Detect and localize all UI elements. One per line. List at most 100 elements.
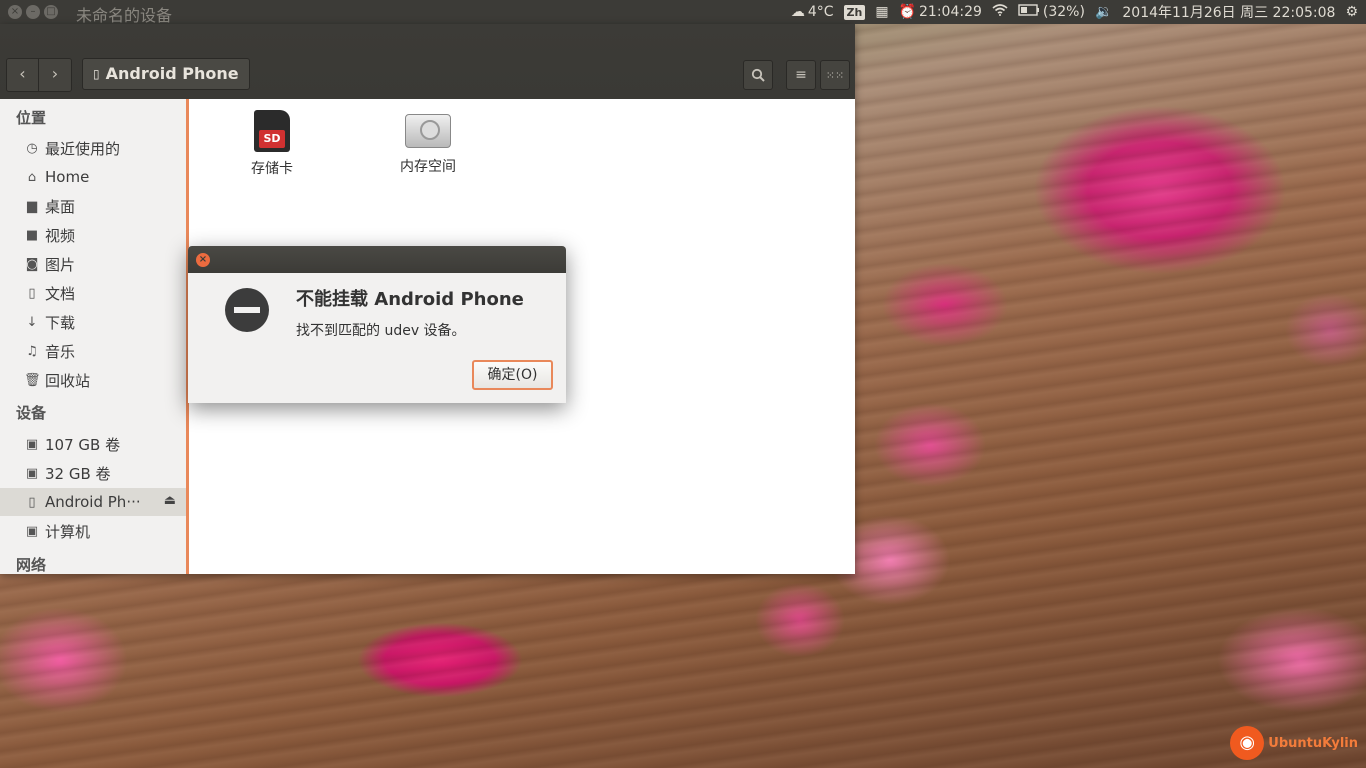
logo-text: UbuntuKylin [1268,735,1358,751]
battery-indicator[interactable]: (32%) [1018,4,1085,20]
weather-indicator[interactable]: ☁ 4°C [791,4,834,20]
sd-badge: SD [259,130,285,148]
speaker-icon: 🔉 [1094,4,1113,20]
file-item-label: 存储卡 [251,161,293,177]
folder-icon: ▆ [27,198,37,214]
file-item-internal-storage[interactable]: 内存空间 [378,110,478,176]
error-dialog: × 不能挂载 Android Phone 找不到匹配的 udev 设备。 确定(… [188,246,566,403]
input-method-label: Zh [843,4,866,20]
minimize-icon[interactable]: – [26,5,40,19]
search-button[interactable] [743,60,773,90]
weather-temp: 4°C [807,4,834,20]
sidebar-item-recent[interactable]: ◷ 最近使用的 [0,134,186,162]
sd-card-icon: SD [254,110,290,152]
sidebar-item-label: 音乐 [45,342,76,361]
sidebar-item-label: Home [45,168,90,186]
home-icon: ⌂ [27,169,37,185]
camera-icon: ◙ [25,256,39,272]
list-view-icon: ≡ [795,67,807,83]
document-icon: ▯ [28,285,36,301]
sidebar-item-label: 32 GB 卷 [45,464,111,483]
close-icon[interactable]: × [196,253,210,267]
devices-heading: 设备 [16,404,47,422]
sidebar-item-label: 图片 [45,255,76,274]
download-icon: ↓ [26,314,38,330]
calendar-indicator[interactable]: ▦ [875,4,888,20]
file-item-label: 内存空间 [400,159,456,175]
alarm-clock-icon: ⏰ [898,4,917,20]
wifi-icon [992,4,1008,20]
search-icon [751,68,765,82]
indicator-area: ☁ 4°C Zh ▦ ⏰ 21:04:29 (32%) 🔉 2014年11月26… [791,0,1358,24]
alarm-time: 21:04:29 [919,4,982,20]
battery-percent: (32%) [1042,4,1085,20]
drive-icon: ▣ [25,436,39,452]
sidebar-item-volume-107gb[interactable]: ▣ 107 GB 卷 [0,430,186,458]
sidebar-item-label: 桌面 [45,197,76,216]
sidebar-item-label: 下载 [45,313,76,332]
sidebar-item-label: 计算机 [45,522,91,541]
dialog-title: 不能挂载 Android Phone [296,289,524,310]
datetime-indicator[interactable]: 2014年11月26日 周三 22:05:08 [1122,2,1335,22]
dialog-message: 找不到匹配的 udev 设备。 [296,323,466,339]
alarm-indicator[interactable]: ⏰ 21:04:29 [899,4,982,20]
music-icon: ♫ [26,343,38,359]
drive-icon: ▣ [25,465,39,481]
sidebar-item-label: Android Ph··· [45,493,141,511]
sound-indicator[interactable]: 🔉 [1095,4,1112,20]
sidebar-item-downloads[interactable]: ↓ 下载 [0,308,186,336]
ubuntukylin-logo: ◉ UbuntuKylin [1230,726,1358,760]
sidebar-item-pictures[interactable]: ◙ 图片 [0,250,186,278]
phone-icon: ▯ [93,67,100,81]
weather-icon: ☁ [790,4,805,20]
wifi-indicator[interactable] [992,4,1008,20]
sidebar-item-label: 107 GB 卷 [45,435,121,454]
ok-button[interactable]: 确定(O) [472,360,553,390]
sidebar-item-home[interactable]: ⌂ Home [0,163,186,191]
session-indicator[interactable]: ⚙ [1345,4,1358,20]
video-icon: ■ [25,227,39,243]
computer-icon: ▣ [25,523,39,539]
forward-button[interactable]: › [39,59,71,91]
gear-icon: ⚙ [1345,4,1358,20]
calendar-icon: ▦ [875,4,889,20]
back-button[interactable]: ‹ [7,59,39,91]
file-item-sd-card[interactable]: SD 存储卡 [222,110,322,178]
sidebar-item-label: 最近使用的 [45,139,121,158]
window-controls: × – □ [8,5,58,19]
sidebar-item-trash[interactable]: 🗑 回收站 [0,366,186,394]
battery-icon [1018,4,1040,20]
clock-icon: ◷ [26,140,38,156]
sidebar-item-music[interactable]: ♫ 音乐 [0,337,186,365]
sidebar-item-android-phone[interactable]: ▯ Android Ph··· ⏏ [0,488,186,516]
grid-view-button[interactable]: ⁙⁙ [820,60,850,90]
sidebar-item-label: 回收站 [45,371,91,390]
maximize-icon[interactable]: □ [44,5,58,19]
places-heading: 位置 [16,109,47,127]
path-bar-button[interactable]: ▯ Android Phone [82,58,250,90]
network-heading: 网络 [16,556,47,574]
sidebar-item-videos[interactable]: ■ 视频 [0,221,186,249]
window-title: 未命名的设备 [76,6,173,25]
navigation-buttons: ‹ › [6,58,72,92]
sidebar-item-computer[interactable]: ▣ 计算机 [0,517,186,545]
sidebar-item-documents[interactable]: ▯ 文档 [0,279,186,307]
sidebar-item-desktop[interactable]: ▆ 桌面 [0,192,186,220]
path-label: Android Phone [105,64,239,83]
list-view-button[interactable]: ≡ [786,60,816,90]
toolbar: ‹ › ▯ Android Phone ≡ ⁙⁙ [0,24,855,99]
eject-icon[interactable]: ⏏ [164,493,176,508]
top-panel: × – □ 未命名的设备 ☁ 4°C Zh ▦ ⏰ 21:04:29 (32%) [0,0,1366,25]
input-method-indicator[interactable]: Zh [843,4,866,20]
grid-view-icon: ⁙⁙ [825,69,845,82]
phone-icon: ▯ [28,494,36,510]
sidebar: 位置 ◷ 最近使用的 ⌂ Home ▆ 桌面 ■ 视频 ◙ 图片 ▯ 文档 ↓ … [0,99,189,574]
trash-icon: 🗑 [24,372,41,388]
sidebar-item-label: 文档 [45,284,76,303]
error-icon [225,288,269,332]
datetime: 2014年11月26日 周三 22:05:08 [1122,5,1336,21]
sidebar-item-label: 视频 [45,226,76,245]
close-icon[interactable]: × [8,5,22,19]
sidebar-item-volume-32gb[interactable]: ▣ 32 GB 卷 [0,459,186,487]
hard-drive-icon [405,114,451,148]
